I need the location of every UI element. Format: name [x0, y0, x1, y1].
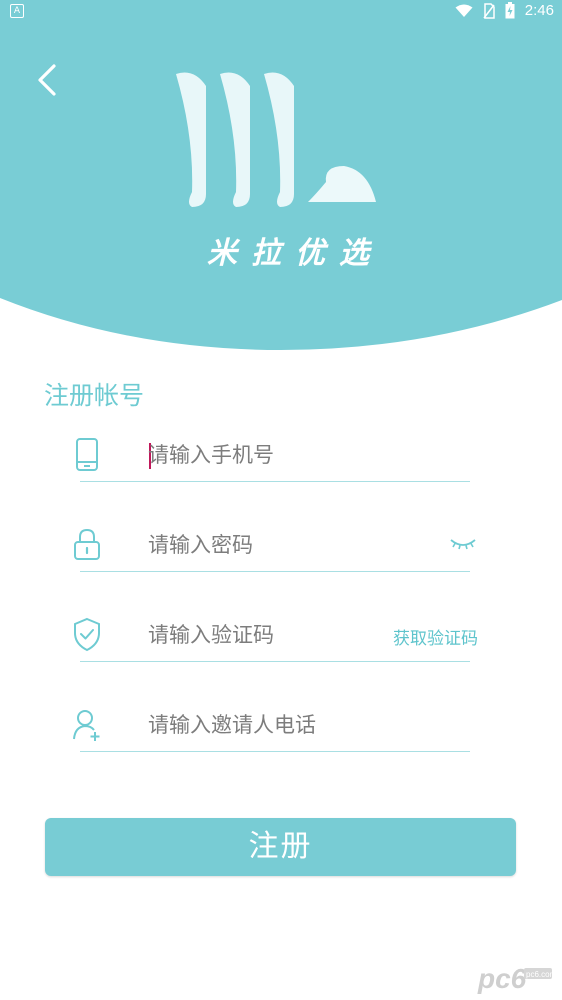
- inviter-phone-input[interactable]: [148, 708, 378, 742]
- ml-logo-icon: [176, 72, 376, 207]
- eye-closed-icon[interactable]: [448, 534, 478, 554]
- header: A 2:46 米拉优选: [0, 0, 562, 352]
- code-field-row: 获取验证码: [72, 612, 478, 662]
- add-user-icon: [73, 710, 100, 741]
- lock-icon: [74, 528, 100, 560]
- code-underline: [80, 661, 470, 662]
- verification-code-input[interactable]: [148, 618, 378, 652]
- password-underline: [80, 571, 470, 572]
- inviter-underline: [80, 751, 470, 752]
- watermark-text: pc6: [477, 963, 527, 994]
- page-title: 注册帐号: [44, 381, 145, 410]
- no-sim-icon: [483, 2, 495, 19]
- phone-field-row: [72, 432, 470, 482]
- back-chevron-icon[interactable]: [30, 58, 70, 102]
- phone-icon: [76, 438, 98, 471]
- clock: 2:46: [524, 2, 554, 19]
- password-field-row: [72, 522, 476, 572]
- get-code-button[interactable]: 获取验证码: [393, 624, 478, 649]
- wifi-icon: [455, 4, 473, 17]
- password-input[interactable]: [148, 528, 378, 562]
- battery-icon: [505, 2, 515, 19]
- pc6-watermark-icon: pc6 pc6.com: [477, 963, 554, 994]
- brand-name: 米拉优选: [207, 236, 383, 271]
- watermark-sub-text: pc6.com: [526, 970, 554, 979]
- register-button[interactable]: 注册: [45, 818, 516, 876]
- phone-input[interactable]: [148, 438, 378, 472]
- status-bar: A 2:46: [0, 0, 562, 24]
- notification-icon: A: [10, 4, 24, 18]
- inviter-field-row: [72, 702, 470, 752]
- status-icons: 2:46: [455, 2, 554, 19]
- shield-icon: [74, 617, 100, 652]
- phone-underline: [80, 481, 470, 482]
